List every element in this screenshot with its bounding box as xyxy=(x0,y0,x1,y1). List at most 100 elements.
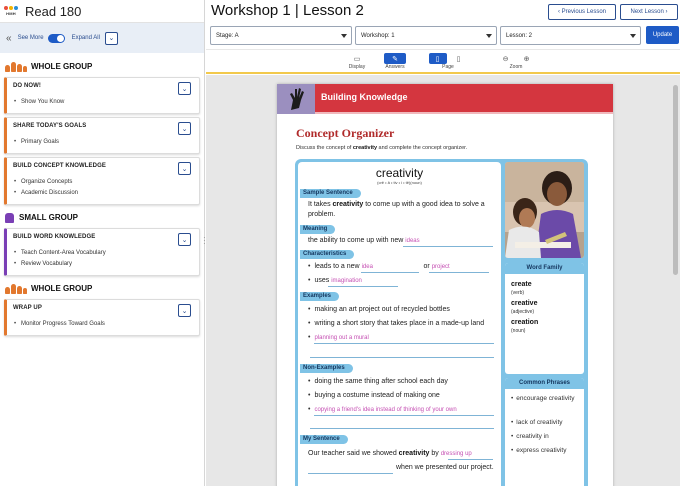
common-phrase: encourage creativity xyxy=(511,395,579,403)
card-item[interactable]: Organize Concepts xyxy=(13,177,193,188)
card-item[interactable]: Monitor Progress Toward Goals xyxy=(13,319,193,330)
previous-lesson-button[interactable]: ‹ Previous Lesson xyxy=(548,4,616,20)
organizer-instructions: Discuss the concept of creativity and co… xyxy=(296,145,468,151)
word-family-box: Word Family create (verb) creative (adje… xyxy=(505,263,584,374)
chevron-down-icon[interactable]: ⌄ xyxy=(178,304,191,317)
whole-group-icon xyxy=(5,283,27,294)
lesson-card-build-word[interactable]: BUILD WORD KNOWLEDGE ⌄ Teach Content-Are… xyxy=(4,228,200,276)
concept-organizer: creativity (crē • ā • tiv • i • tē)(noun… xyxy=(295,159,588,486)
word-family-word: creation xyxy=(511,319,539,326)
section-band: Building Knowledge xyxy=(277,84,613,114)
label-sample-sentence: Sample Sentence xyxy=(300,189,361,198)
sidebar-header: HMH Read 180 xyxy=(0,0,204,23)
lesson-select[interactable]: Lesson: 2 xyxy=(500,26,641,45)
page-title: Workshop 1 | Lesson 2 xyxy=(211,2,364,19)
single-page-icon[interactable]: ▯ xyxy=(428,53,447,64)
my-sentence-line-2: when we presented our project. xyxy=(396,464,494,471)
lesson-card-share-goals[interactable]: SHARE TODAY'S GOALS ⌄ Primary Goals xyxy=(4,117,200,154)
card-title: DO NOW! xyxy=(13,83,42,89)
label-meaning: Meaning xyxy=(300,225,336,234)
group-header-whole: WHOLE GROUP xyxy=(0,57,204,75)
raised-hand-icon xyxy=(277,84,315,114)
zoom-out-icon[interactable]: ⊖ xyxy=(497,53,515,64)
example-1: making an art project out of recycled bo… xyxy=(308,306,449,313)
workshop-select[interactable]: Workshop: 1 xyxy=(355,26,497,45)
label-non-examples: Non-Examples xyxy=(300,364,353,373)
see-more-toggle[interactable] xyxy=(47,33,65,43)
pronunciation: (crē • ā • tiv • i • tē)(noun) xyxy=(377,180,422,185)
group-header-small: SMALL GROUP xyxy=(0,208,204,226)
sample-sentence-text: It takes creativity to come up with a go… xyxy=(308,201,485,218)
common-phrase: lack of creativity xyxy=(511,419,562,427)
sidebar-controls: « See More Expand All ⌄ xyxy=(0,23,204,53)
double-page-icon[interactable]: ▯ xyxy=(450,53,468,64)
collapse-sidebar-icon[interactable]: « xyxy=(6,33,12,44)
display-tool[interactable]: ▭ Display xyxy=(346,53,368,71)
common-phrase: creativity in xyxy=(511,433,549,441)
word-family-word: create xyxy=(511,281,532,288)
card-item[interactable]: Teach Content-Area Vocabulary xyxy=(13,248,193,259)
word-family-pos: (verb) xyxy=(511,290,525,296)
card-title: WRAP UP xyxy=(13,305,42,311)
main-content: Workshop 1 | Lesson 2 ‹ Previous Lesson … xyxy=(206,0,680,486)
page-tool: ▯ ▯ Page xyxy=(428,53,468,70)
document-page: Building Knowledge Concept Organizer Dis… xyxy=(277,84,613,486)
non-example-2: buying a costume instead of making one xyxy=(308,392,439,399)
label-examples: Examples xyxy=(300,292,340,301)
card-item[interactable]: Primary Goals xyxy=(13,137,193,148)
dropdown-arrow-icon xyxy=(630,34,636,38)
label-characteristics: Characteristics xyxy=(300,250,355,259)
lesson-card-do-now[interactable]: DO NOW! ⌄ Show You Know xyxy=(4,77,200,114)
lesson-sidebar: HMH Read 180 « See More Expand All ⌄ WHO… xyxy=(0,0,205,486)
stage-select[interactable]: Stage: A xyxy=(210,26,352,45)
group-header-whole-2: WHOLE GROUP xyxy=(0,279,204,297)
answers-tool[interactable]: ✎ Answers xyxy=(384,53,406,70)
expand-all-link[interactable]: Expand All xyxy=(72,35,100,41)
lesson-card-build-concept[interactable]: BUILD CONCEPT KNOWLEDGE ⌄ Organize Conce… xyxy=(4,157,200,205)
app-title: Read 180 xyxy=(25,3,82,19)
answers-icon: ✎ xyxy=(384,53,406,64)
organizer-main-panel: creativity (crē • ā • tiv • i • tē)(noun… xyxy=(298,162,501,486)
chevron-right-icon: › xyxy=(663,9,668,15)
target-word: creativity xyxy=(375,166,424,180)
common-phrase: express creativity xyxy=(511,447,566,455)
word-family-pos: (adjective) xyxy=(511,309,535,315)
dropdown-arrow-icon xyxy=(486,34,492,38)
card-title: SHARE TODAY'S GOALS xyxy=(13,123,87,129)
organizer-title: Concept Organizer xyxy=(296,126,395,140)
card-item[interactable]: Academic Discussion xyxy=(13,188,193,199)
example-3: planning out a mural xyxy=(308,334,368,341)
chevron-down-icon[interactable]: ⌄ xyxy=(178,82,191,95)
expand-all-chevron-icon[interactable]: ⌄ xyxy=(104,31,118,45)
zoom-in-icon[interactable]: ⊕ xyxy=(518,53,536,64)
viewer-toolbar: ▭ Display ✎ Answers ▯ ▯ Page ⊖ ⊕ Zoom xyxy=(206,49,680,74)
zoom-tool: ⊖ ⊕ Zoom xyxy=(496,53,536,71)
answer-text: ideas xyxy=(405,238,420,244)
characteristic-2: uses imagination xyxy=(308,277,361,284)
viewer-scrollbar[interactable] xyxy=(673,85,678,275)
see-more-label: See More xyxy=(17,35,44,41)
hmh-logo: HMH xyxy=(3,3,19,19)
document-viewer[interactable]: Building Knowledge Concept Organizer Dis… xyxy=(206,75,680,486)
lesson-card-wrap-up[interactable]: WRAP UP ⌄ Monitor Progress Toward Goals xyxy=(4,299,200,336)
my-sentence-line-1: Our teacher said we showed creativity by… xyxy=(308,450,472,457)
label-my-sentence: My Sentence xyxy=(300,435,348,444)
common-phrases-title: Common Phrases xyxy=(505,378,584,389)
example-2: writing a short story that takes place i… xyxy=(308,320,484,327)
next-lesson-button[interactable]: Next Lesson › xyxy=(620,4,678,20)
chevron-down-icon[interactable]: ⌄ xyxy=(178,162,191,175)
chevron-down-icon[interactable]: ⌄ xyxy=(178,233,191,246)
non-example-1: doing the same thing after school each d… xyxy=(308,378,447,385)
card-title: BUILD CONCEPT KNOWLEDGE xyxy=(13,163,106,169)
update-button[interactable]: Update xyxy=(646,26,679,44)
app-root: HMH Read 180 « See More Expand All ⌄ WHO… xyxy=(0,0,680,486)
chevron-down-icon[interactable]: ⌄ xyxy=(178,122,191,135)
card-item[interactable]: Review Vocabulary xyxy=(13,259,193,270)
display-icon: ▭ xyxy=(353,55,361,63)
card-item[interactable]: Show You Know xyxy=(13,97,193,108)
word-family-pos: (noun) xyxy=(511,328,526,334)
small-group-icon xyxy=(5,212,15,223)
students-photo xyxy=(505,162,584,258)
word-family-title: Word Family xyxy=(505,263,584,274)
word-family-word: creative xyxy=(511,300,538,307)
